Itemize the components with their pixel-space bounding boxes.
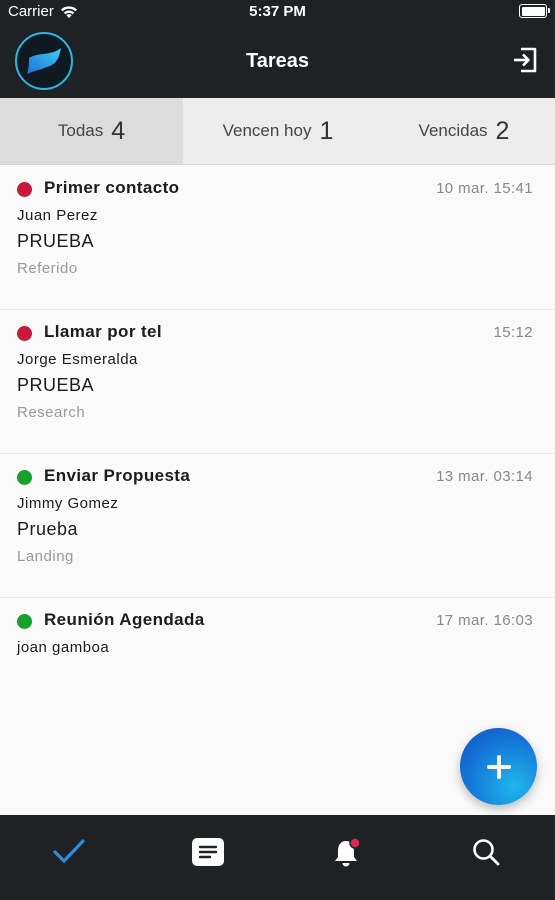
task-item[interactable]: Enviar Propuesta 13 mar. 03:14 Jimmy Gom…	[0, 454, 555, 598]
task-item[interactable]: Reunión Agendada 17 mar. 16:03 joan gamb…	[0, 598, 555, 742]
task-contact: joan gamboa	[17, 639, 110, 656]
tab-notifications[interactable]	[278, 815, 417, 900]
task-title: Llamar por tel	[44, 322, 163, 341]
bottom-tab-bar	[0, 815, 555, 900]
status-dot	[17, 326, 32, 341]
task-item[interactable]: Primer contacto 10 mar. 15:41 Juan Perez…	[0, 166, 555, 310]
search-icon	[472, 839, 500, 866]
status-bar: Carrier 5:37 PM	[0, 0, 555, 24]
task-contact: Juan Perez	[17, 207, 98, 224]
task-contact: Jimmy Gomez	[17, 495, 119, 512]
page-title: Tareas	[245, 50, 309, 72]
task-time: 17 mar. 16:03	[436, 612, 533, 629]
tab-tasks[interactable]	[0, 815, 139, 900]
status-dot	[17, 614, 32, 629]
bell-icon	[334, 837, 361, 867]
task-time: 10 mar. 15:41	[436, 180, 533, 197]
tab-label: Vencen hoy	[222, 121, 312, 140]
add-task-button[interactable]	[460, 728, 537, 805]
tab-label: Todas	[57, 121, 104, 140]
task-source: Referido	[17, 260, 78, 277]
top-header: Carrier 5:37 PM Tareas	[0, 0, 555, 98]
status-dot	[17, 182, 32, 197]
tab-search[interactable]	[416, 815, 555, 900]
tab-count: 2	[495, 116, 510, 145]
status-dot	[17, 470, 32, 485]
task-description: PRUEBA	[17, 375, 95, 395]
tab-vencidas[interactable]: Vencidas 2	[373, 98, 555, 164]
tab-label: Vencidas	[418, 121, 488, 140]
filter-tabs: Todas 4 Vencen hoy 1 Vencidas 2	[0, 98, 555, 165]
plus-icon	[486, 754, 511, 779]
task-source: Landing	[17, 548, 74, 565]
task-description: PRUEBA	[17, 231, 95, 251]
task-source: Research	[17, 404, 86, 421]
task-description: Prueba	[17, 519, 79, 539]
task-title: Enviar Propuesta	[44, 466, 191, 485]
task-list: Primer contacto 10 mar. 15:41 Juan Perez…	[0, 166, 555, 742]
task-item[interactable]: Llamar por tel 15:12 Jorge Esmeralda PRU…	[0, 310, 555, 454]
task-time: 15:12	[493, 324, 533, 341]
navbar: Tareas	[0, 24, 555, 98]
tab-count: 1	[319, 116, 334, 145]
checkmark-icon	[53, 839, 85, 863]
tab-count: 4	[111, 116, 126, 145]
notes-icon	[192, 838, 225, 866]
tab-notes[interactable]	[139, 815, 278, 900]
task-contact: Jorge Esmeralda	[17, 351, 138, 368]
status-time: 5:37 PM	[249, 3, 306, 20]
tab-vencen-hoy[interactable]: Vencen hoy 1	[183, 98, 373, 164]
task-title: Reunión Agendada	[44, 610, 205, 629]
battery-icon	[519, 4, 550, 18]
notification-badge	[349, 837, 361, 849]
task-time: 13 mar. 03:14	[436, 468, 533, 485]
tab-todas[interactable]: Todas 4	[0, 98, 183, 164]
task-title: Primer contacto	[44, 178, 180, 197]
logout-icon[interactable]	[511, 46, 539, 74]
